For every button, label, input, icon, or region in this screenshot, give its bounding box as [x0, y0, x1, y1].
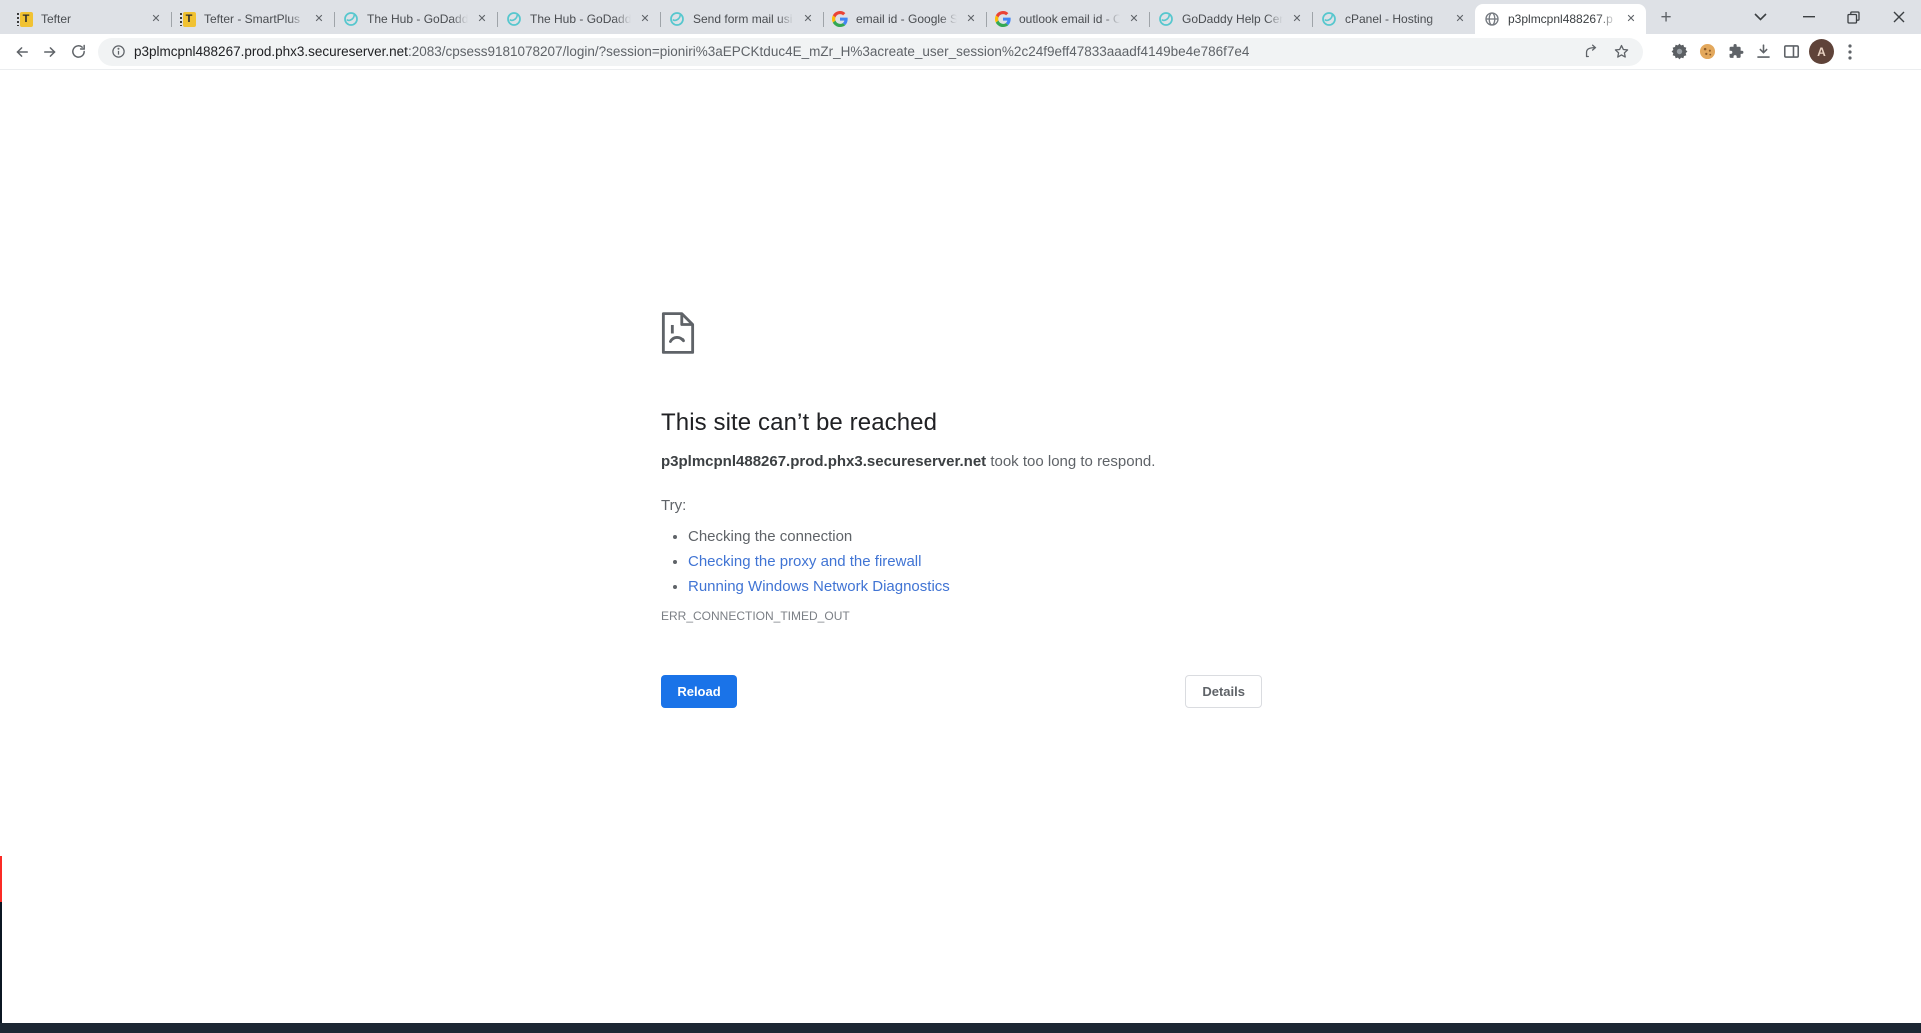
screen-edge-dark-strip — [0, 902, 2, 1023]
tab-close-icon[interactable]: ✕ — [311, 11, 327, 27]
tab-close-icon[interactable]: ✕ — [1126, 11, 1142, 27]
tab-title: cPanel - Hosting — [1345, 12, 1448, 26]
reload-button[interactable] — [64, 38, 92, 66]
close-window-button[interactable] — [1876, 0, 1921, 34]
tab-favicon — [995, 11, 1011, 27]
browser-tab[interactable]: T Tefter ✕ — [8, 4, 171, 34]
tefter-icon: T — [20, 12, 33, 27]
try-label: Try: — [661, 497, 1262, 514]
browser-tab[interactable]: T Tefter - SmartPlus ✕ — [171, 4, 334, 34]
tab-close-icon[interactable]: ✕ — [148, 11, 164, 27]
forward-button[interactable] — [36, 38, 64, 66]
tab-title: Tefter — [41, 12, 144, 26]
tab-close-icon[interactable]: ✕ — [963, 11, 979, 27]
puzzle-extensions-icon[interactable] — [1721, 38, 1749, 66]
new-tab-button[interactable]: + — [1652, 4, 1680, 32]
extensions-area: A — [1665, 38, 1862, 66]
tab-favicon — [1158, 11, 1174, 27]
error-buttons-row: Reload Details — [661, 675, 1262, 708]
tab-favicon — [832, 11, 848, 27]
google-icon — [832, 11, 848, 27]
browser-tab[interactable]: The Hub - GoDadd ✕ — [497, 4, 660, 34]
browser-tab[interactable]: outlook email id - O ✕ — [986, 4, 1149, 34]
tab-title: GoDaddy Help Cen — [1182, 12, 1285, 26]
google-icon — [995, 11, 1011, 27]
tab-close-icon[interactable]: ✕ — [1452, 11, 1468, 27]
share-icon[interactable] — [1579, 40, 1603, 64]
reload-page-button[interactable]: Reload — [661, 675, 737, 708]
suggestion-item: Checking the connection — [688, 524, 1262, 549]
tab-search-chevron-icon[interactable] — [1740, 0, 1780, 34]
godaddy-icon — [506, 11, 522, 27]
restore-button[interactable] — [1831, 0, 1876, 34]
sad-file-icon — [661, 311, 1262, 360]
browser-tab[interactable]: The Hub - GoDadd ✕ — [334, 4, 497, 34]
page-content: This site can’t be reached p3plmcpnl4882… — [0, 71, 1921, 1033]
side-panel-icon[interactable] — [1777, 38, 1805, 66]
tab-strip-tabs: T Tefter ✕ T Tefter - SmartPlus ✕ The Hu… — [8, 0, 1646, 34]
tab-title: The Hub - GoDadd — [530, 12, 633, 26]
browser-tab[interactable]: p3plmcpnl488267.p ✕ — [1475, 4, 1646, 34]
tab-title: The Hub - GoDadd — [367, 12, 470, 26]
suggestion-list: Checking the connection Checking the prox… — [661, 524, 1262, 599]
url-text: p3plmcpnl488267.prod.phx3.secureserver.n… — [134, 44, 1573, 59]
tefter-icon: T — [183, 12, 196, 27]
godaddy-icon — [1158, 11, 1174, 27]
tab-close-icon[interactable]: ✕ — [637, 11, 653, 27]
cookie-extension-icon[interactable] — [1693, 38, 1721, 66]
browser-tab[interactable]: Send form mail usi ✕ — [660, 4, 823, 34]
tab-title: Send form mail usi — [693, 12, 796, 26]
url-path: :2083/cpsess9181078207/login/?session=pi… — [408, 44, 1249, 59]
profile-avatar[interactable]: A — [1809, 39, 1834, 64]
browser-toolbar: p3plmcpnl488267.prod.phx3.secureserver.n… — [0, 34, 1921, 70]
back-button[interactable] — [8, 38, 36, 66]
tab-title: email id - Google S — [856, 12, 959, 26]
tab-title: outlook email id - O — [1019, 12, 1122, 26]
bottom-dark-bar — [0, 1023, 1921, 1033]
page-info-icon[interactable] — [108, 42, 128, 62]
error-message-suffix: took too long to respond. — [986, 453, 1155, 470]
tab-favicon: T — [17, 11, 33, 27]
tab-close-icon[interactable]: ✕ — [474, 11, 490, 27]
tab-strip: T Tefter ✕ T Tefter - SmartPlus ✕ The Hu… — [0, 0, 1921, 34]
screen-edge-red-strip — [0, 856, 2, 902]
tab-favicon — [343, 11, 359, 27]
error-host: p3plmcpnl488267.prod.phx3.secureserver.n… — [661, 453, 986, 470]
window-controls — [1740, 0, 1921, 34]
tab-favicon — [1484, 11, 1500, 27]
error-code: ERR_CONNECTION_TIMED_OUT — [661, 609, 1262, 623]
tab-close-icon[interactable]: ✕ — [1623, 11, 1639, 27]
tab-close-icon[interactable]: ✕ — [1289, 11, 1305, 27]
badge-extension-icon[interactable] — [1665, 38, 1693, 66]
downloads-icon[interactable] — [1749, 38, 1777, 66]
browser-tab[interactable]: email id - Google S ✕ — [823, 4, 986, 34]
suggestion-item: Running Windows Network Diagnostics — [688, 574, 1262, 599]
browser-tab[interactable]: GoDaddy Help Cen ✕ — [1149, 4, 1312, 34]
globe-icon — [1484, 11, 1500, 27]
suggestion-link[interactable]: Checking the proxy and the firewall — [688, 553, 921, 570]
tab-favicon — [1321, 11, 1337, 27]
suggestion-link[interactable]: Running Windows Network Diagnostics — [688, 578, 950, 595]
godaddy-icon — [669, 11, 685, 27]
browser-tab[interactable]: cPanel - Hosting ✕ — [1312, 4, 1475, 34]
error-message: p3plmcpnl488267.prod.phx3.secureserver.n… — [661, 453, 1262, 471]
godaddy-icon — [1321, 11, 1337, 27]
tab-favicon — [669, 11, 685, 27]
error-container: This site can’t be reached p3plmcpnl4882… — [661, 311, 1262, 708]
godaddy-icon — [343, 11, 359, 27]
tab-favicon — [506, 11, 522, 27]
details-button[interactable]: Details — [1185, 675, 1262, 708]
tab-title: Tefter - SmartPlus — [204, 12, 307, 26]
tab-favicon: T — [180, 11, 196, 27]
tab-close-icon[interactable]: ✕ — [800, 11, 816, 27]
suggestion-item: Checking the proxy and the firewall — [688, 549, 1262, 574]
address-bar[interactable]: p3plmcpnl488267.prod.phx3.secureserver.n… — [98, 38, 1643, 66]
minimize-button[interactable] — [1786, 0, 1831, 34]
browser-menu-icon[interactable] — [1838, 38, 1862, 66]
error-title: This site can’t be reached — [661, 409, 1262, 437]
url-host: p3plmcpnl488267.prod.phx3.secureserver.n… — [134, 44, 408, 59]
bookmark-star-icon[interactable] — [1609, 40, 1633, 64]
tab-title: p3plmcpnl488267.p — [1508, 12, 1619, 26]
